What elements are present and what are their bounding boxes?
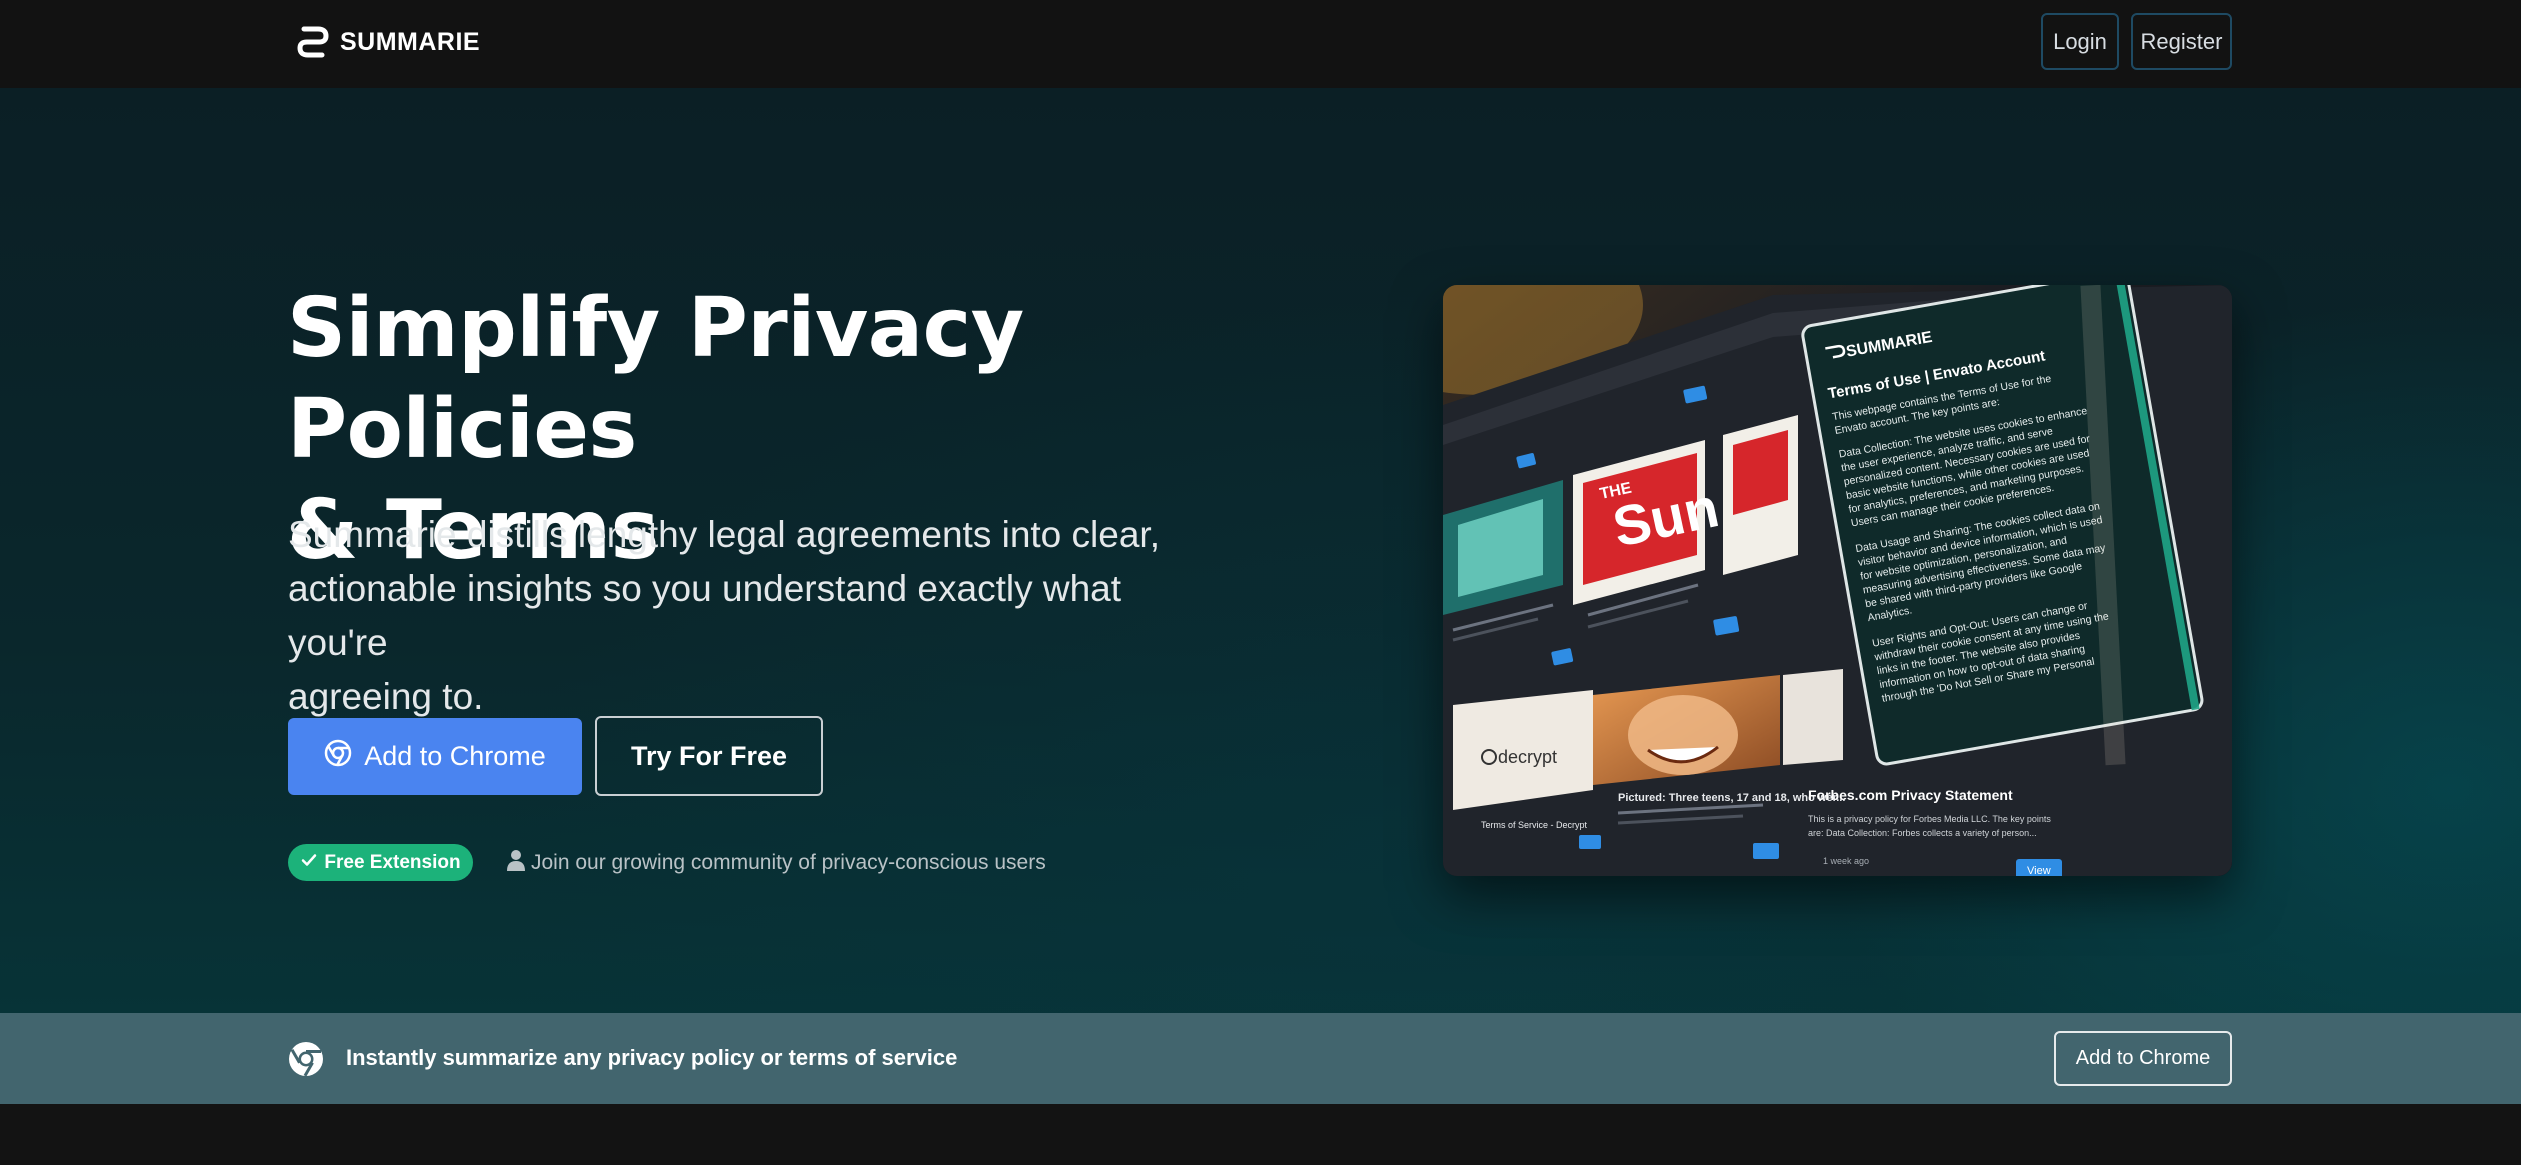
check-icon [300,851,318,875]
card-view-text: View [2027,865,2051,876]
hero-subtitle-line-2: actionable insights so you understand ex… [288,568,1122,663]
cta-text: Instantly summarize any privacy policy o… [346,1045,958,1070]
hero-subtitle-line-1: Summarie distills lengthy legal agreemen… [288,514,1160,555]
brand-name: SUMMARIE [340,27,481,56]
free-extension-label: Free Extension [324,851,461,873]
card-forbes-line-2: are: Data Collection: Forbes collects a … [1808,828,2037,838]
card-terms-text: Terms of Service - Decrypt [1481,820,1588,830]
cta-add-to-chrome-button[interactable]: Add to Chrome [2054,1031,2232,1086]
card-forbes-title: Forbes.com Privacy Statement [1808,787,2013,803]
brand-logo-link[interactable]: SUMMARIE [294,22,480,62]
navbar: SUMMARIE Login Register [0,0,2521,88]
hero-subtitle-line-3: agreeing to. [288,676,484,717]
card-forbes-time: 1 week ago [1823,856,1869,866]
community-text: Join our growing community of privacy-co… [531,851,1046,874]
hero-title-line-1: Simplify Privacy Policies [287,281,1024,477]
summarie-logo-icon [294,23,332,61]
add-to-chrome-button[interactable]: Add to Chrome [288,718,582,795]
product-screenshot: Sun THE decrypt Terms of Service - Decry… [1443,285,2232,876]
card-forbes-line-1: This is a privacy policy for Forbes Medi… [1808,814,2051,824]
register-button[interactable]: Register [2131,13,2232,70]
hero-subtitle: Summarie distills lengthy legal agreemen… [288,508,1188,724]
chrome-icon [324,739,352,774]
community-note: Join our growing community of privacy-co… [507,848,1046,878]
add-to-chrome-label: Add to Chrome [364,741,546,771]
card-decrypt-text: decrypt [1498,747,1557,767]
hero-section: Simplify Privacy Policies & Terms Summar… [0,88,2521,1013]
try-for-free-button[interactable]: Try For Free [595,716,823,796]
footer-strip [0,1104,2521,1165]
login-button[interactable]: Login [2041,13,2119,70]
user-icon [507,849,525,877]
free-extension-badge: Free Extension [288,844,473,881]
chrome-icon [287,1040,325,1078]
